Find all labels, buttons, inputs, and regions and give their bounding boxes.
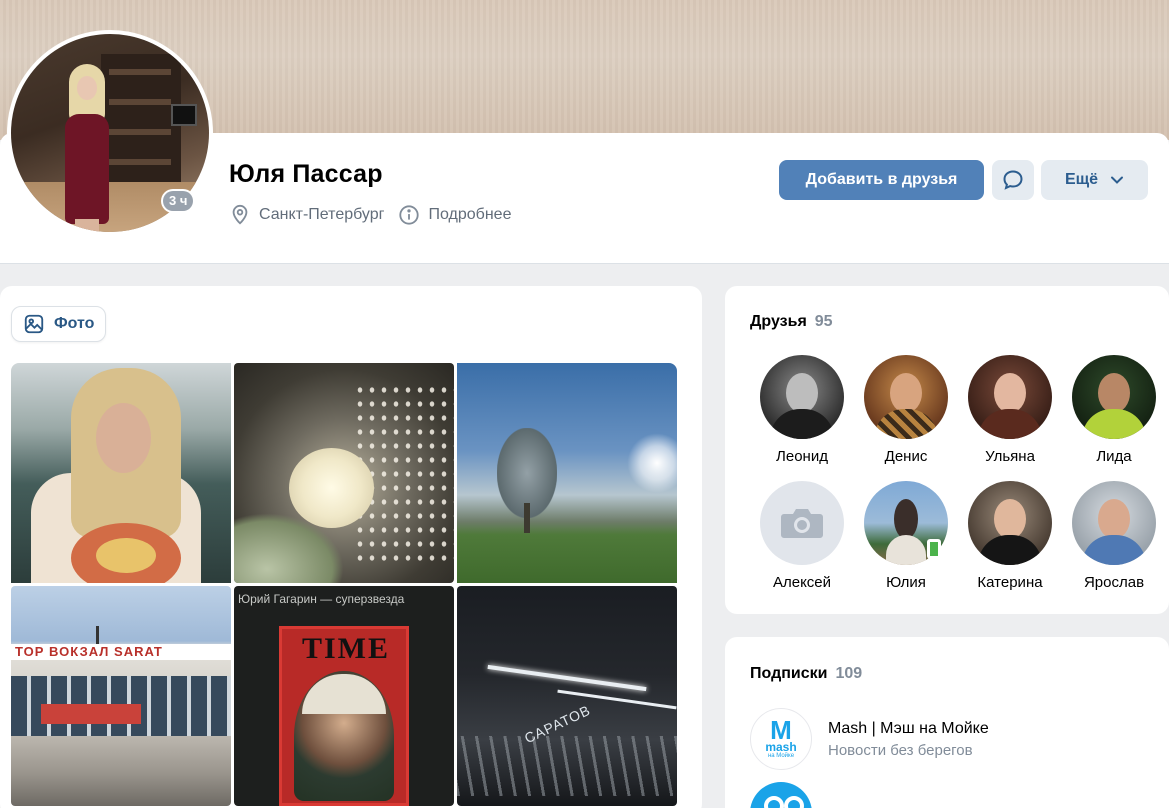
photo-magazine-title: TIME [301,632,390,665]
friend-name: Катерина [977,574,1043,591]
more-button-label: Ещё [1064,171,1099,188]
last-seen-text: 3 ч [163,191,194,211]
photo-magazine-headline: Юрий Гагарин — суперзвезда [238,592,405,606]
photos-tab[interactable]: Фото [11,306,107,342]
subscriptions-count: 109 [835,665,863,682]
friends-grid: Леонид Денис Ульяна Лида Алексей Юлия Ка… [750,355,1156,591]
friends-title: Друзья [750,313,807,330]
photo-thumbnail[interactable] [234,363,454,583]
location-pin-icon [232,204,248,225]
subscriptions-header[interactable]: Подписки 109 [750,665,862,683]
friends-count: 95 [814,313,833,330]
profile-name: Юля Пассар [229,160,383,188]
mash-logo-sub: на Мойке [767,752,795,759]
profile-city-label: Санкт-Петербург [259,206,385,223]
photo-station-sign-text: ТОР ВОКЗАЛ SARAT [11,644,231,660]
more-button[interactable]: Ещё [1041,160,1148,200]
profile-meta: Санкт-Петербург Подробнее [229,204,511,226]
friend-name: Леонид [776,448,828,465]
friend-name: Юлия [886,574,926,591]
avatar [864,355,948,439]
friend-name: Ярослав [1083,574,1145,591]
add-friend-button[interactable]: Добавить в друзья [779,160,984,200]
friend-item[interactable]: Ярослав [1062,481,1166,591]
mash-logo-letter: M [770,714,792,745]
subscription-item[interactable]: M mash на Мойке Mash | Мэш на Мойке Ново… [750,708,989,770]
avatar [968,481,1052,565]
mash-logo: M mash на Мойке [750,708,812,770]
subscription-description: Новости без берегов [828,741,973,759]
friend-name: Денис [884,448,928,465]
friend-item[interactable]: Леонид [750,355,854,465]
avatar [1072,481,1156,565]
friend-item[interactable]: Лида [1062,355,1166,465]
chevron-down-icon [1111,176,1124,184]
friend-item[interactable]: Алексей [750,481,854,591]
info-icon [399,205,420,225]
profile-city[interactable]: Санкт-Петербург [229,204,384,226]
photo-thumbnail[interactable] [457,363,677,583]
photo-thumbnail[interactable]: ТОР ВОКЗАЛ SARAT [11,586,231,806]
friends-header[interactable]: Друзья 95 [750,313,833,331]
friend-item[interactable]: Катерина [958,481,1062,591]
profile-details-label: Подробнее [428,206,512,223]
image-icon [24,314,44,334]
camera-icon [781,509,823,538]
avatar [1072,355,1156,439]
friend-name: Лида [1096,448,1132,465]
photo-thumbnail[interactable] [11,363,231,583]
friend-item[interactable]: Юлия [854,481,958,591]
photo-thumbnail[interactable]: САРАТОВ [457,586,677,806]
friend-name: Алексей [772,574,832,591]
message-bubble-icon [1003,170,1023,190]
photo-grid: ТОР ВОКЗАЛ SARAT Юрий Гагарин — суперзве… [11,363,677,806]
mash-logo-word: mash [765,739,797,754]
subscriptions-title: Подписки [750,665,828,682]
friend-item[interactable]: Ульяна [958,355,1062,465]
subscription-name: Mash | Мэш на Мойке [828,719,989,737]
profile-details-link[interactable]: Подробнее [398,204,511,226]
friend-item[interactable]: Денис [854,355,958,465]
avatar [760,481,844,565]
avatar [968,355,1052,439]
photos-tab-label: Фото [54,315,95,332]
online-mobile-indicator [927,539,941,559]
friend-name: Ульяна [985,448,1035,465]
photo-thumbnail[interactable]: Юрий Гагарин — суперзвезда TIME [234,586,454,806]
last-seen-badge: 3 ч [161,189,196,213]
avatar [760,355,844,439]
message-button[interactable] [992,160,1034,200]
